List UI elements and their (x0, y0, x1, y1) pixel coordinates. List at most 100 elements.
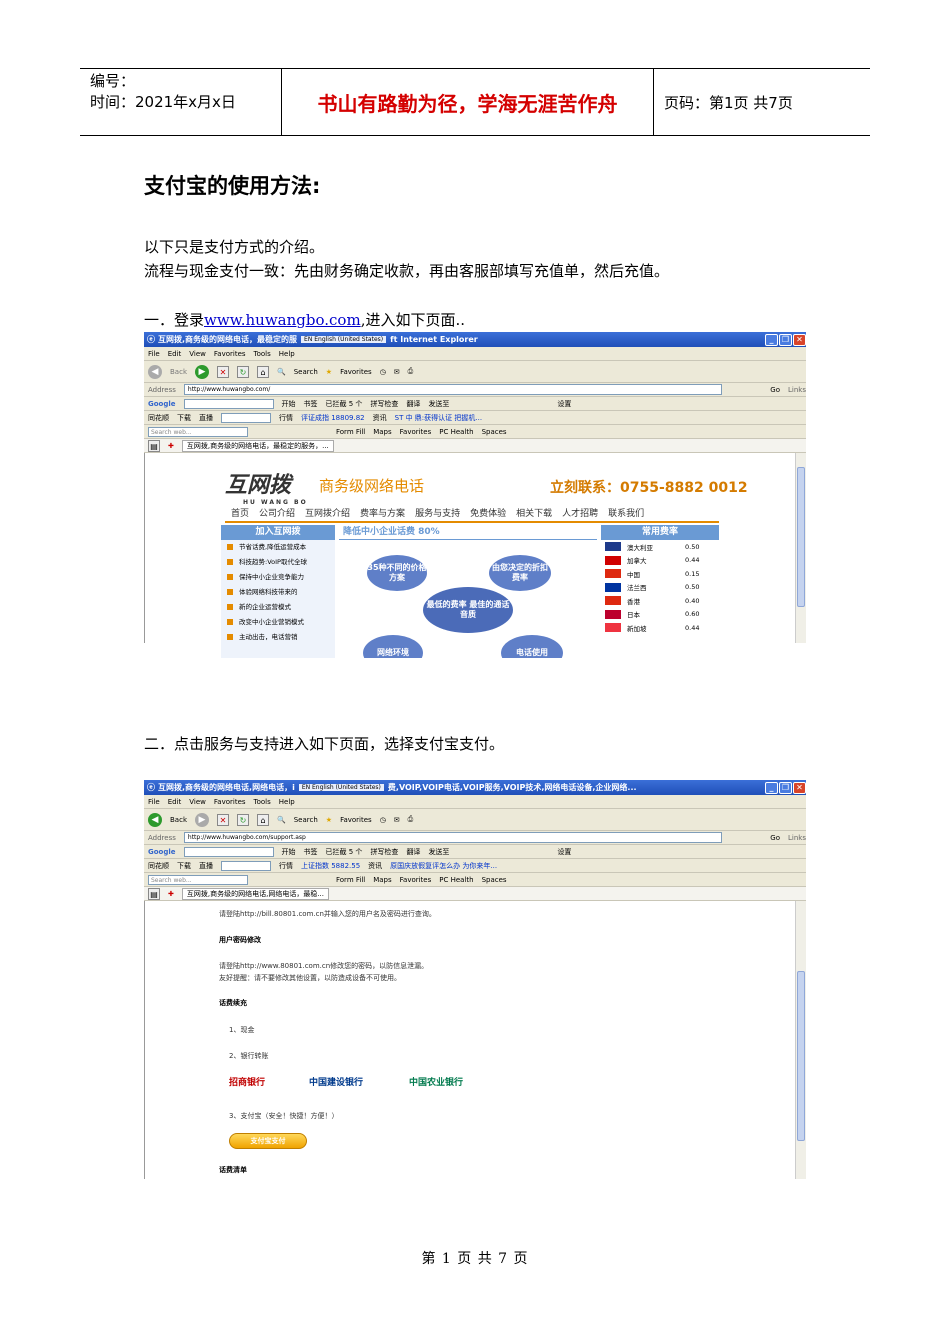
google-bookmark[interactable]: 书签 (304, 847, 318, 857)
google-settings[interactable]: 设置 (557, 847, 571, 857)
tab-list-icon[interactable]: ▤ (148, 887, 160, 900)
live-favorites-button[interactable]: Favorites (400, 876, 432, 884)
favorites-star-icon[interactable]: ★ (326, 816, 332, 824)
print-icon[interactable]: ⎙ (408, 815, 414, 824)
search-button[interactable]: Search (294, 368, 318, 376)
menu-edit[interactable]: Edit (168, 350, 182, 358)
links-button[interactable]: Links (788, 386, 806, 394)
formfill-button[interactable]: Form Fill (336, 428, 365, 436)
tab-active[interactable]: 互网拨,商务级的网络电话，最稳定的服务，... (181, 439, 334, 452)
menu-favorites[interactable]: Favorites (214, 350, 246, 358)
nav-rates[interactable]: 费率与方案 (360, 506, 405, 519)
google-translate[interactable]: 翻译 (406, 399, 420, 409)
spaces-button[interactable]: Spaces (482, 428, 507, 436)
search-icon[interactable]: 🔍 (277, 816, 286, 824)
add-tab-icon[interactable]: ✚ (168, 890, 174, 898)
join-item[interactable]: 节省话费,降低运营成本 (221, 540, 335, 555)
alipay-pay-button[interactable]: 支付宝支付 (229, 1133, 307, 1149)
ths-input[interactable] (221, 412, 271, 423)
menu-help[interactable]: Help (279, 798, 295, 806)
mail-icon[interactable]: ✉ (394, 816, 400, 824)
join-item[interactable]: 主动出击，电话营销 (221, 630, 335, 645)
home-icon[interactable]: ⌂ (257, 813, 269, 826)
mail-icon[interactable]: ✉ (394, 368, 400, 376)
quotes-button[interactable]: 行情 (279, 861, 293, 871)
history-icon[interactable]: ◷ (380, 368, 386, 376)
news-button[interactable]: 资讯 (373, 413, 387, 423)
maps-button[interactable]: Maps (373, 876, 391, 884)
stop-icon[interactable]: ✕ (217, 813, 229, 826)
forward-arrow-icon[interactable]: ▶ (195, 812, 209, 827)
nav-jobs[interactable]: 人才招聘 (562, 506, 598, 519)
google-spellcheck[interactable]: 拼写检查 (370, 847, 398, 857)
google-settings[interactable]: 设置 (557, 399, 571, 409)
join-item[interactable]: 保持中小企业竞争能力 (221, 570, 335, 585)
history-icon[interactable]: ◷ (380, 816, 386, 824)
restore-icon[interactable]: ❐ (779, 333, 792, 346)
google-popup-blocked[interactable]: 已拦截 5 个 (326, 847, 363, 857)
nav-company[interactable]: 公司介绍 (259, 506, 295, 519)
vertical-scrollbar[interactable] (795, 453, 806, 643)
stop-icon[interactable]: ✕ (217, 365, 229, 378)
forward-arrow-icon[interactable]: ▶ (195, 364, 209, 379)
nav-contact[interactable]: 联系我们 (608, 506, 644, 519)
live-button[interactable]: 直播 (199, 861, 213, 871)
nav-intro[interactable]: 互网拨介绍 (305, 506, 350, 519)
back-arrow-icon[interactable]: ◀ (148, 812, 162, 827)
live-favorites-button[interactable]: Favorites (400, 428, 432, 436)
google-search-input[interactable] (183, 398, 274, 409)
address-input[interactable]: http://www.huwangbo.com/ (183, 384, 723, 395)
live-button[interactable]: 直播 (199, 413, 213, 423)
web-search-input[interactable]: Search web... (148, 874, 248, 885)
search-icon[interactable]: 🔍 (277, 368, 286, 376)
print-icon[interactable]: ⎙ (408, 367, 414, 376)
vertical-scrollbar[interactable] (795, 901, 806, 1179)
close-icon[interactable]: ✕ (793, 781, 806, 794)
pchealth-button[interactable]: PC Health (439, 428, 473, 436)
refresh-icon[interactable]: ↻ (237, 365, 249, 378)
menu-edit[interactable]: Edit (168, 798, 182, 806)
nav-download[interactable]: 相关下载 (516, 506, 552, 519)
join-item[interactable]: 改变中小企业营销模式 (221, 615, 335, 630)
add-tab-icon[interactable]: ✚ (168, 442, 174, 450)
menu-tools[interactable]: Tools (254, 798, 271, 806)
home-icon[interactable]: ⌂ (257, 365, 269, 378)
search-button[interactable]: Search (294, 816, 318, 824)
menu-favorites[interactable]: Favorites (214, 798, 246, 806)
tab-active[interactable]: 互网拨,商务级的网络电话,网络电话，最稳... (181, 887, 329, 900)
back-arrow-icon[interactable]: ◀ (148, 364, 162, 379)
restore-icon[interactable]: ❐ (779, 781, 792, 794)
menu-view[interactable]: View (189, 798, 206, 806)
menu-tools[interactable]: Tools (254, 350, 271, 358)
site-link[interactable]: www.huwangbo.com (204, 311, 361, 329)
join-item[interactable]: 新的企业运营模式 (221, 600, 335, 615)
google-start[interactable]: 开始 (282, 847, 296, 857)
google-bookmark[interactable]: 书签 (304, 399, 318, 409)
google-spellcheck[interactable]: 拼写检查 (370, 399, 398, 409)
ths-input[interactable] (221, 860, 271, 871)
tab-list-icon[interactable]: ▤ (148, 439, 160, 452)
formfill-button[interactable]: Form Fill (336, 876, 365, 884)
maps-button[interactable]: Maps (373, 428, 391, 436)
nav-home[interactable]: 首页 (231, 506, 249, 519)
web-search-input[interactable]: Search web... (148, 426, 248, 437)
back-button[interactable]: Back (170, 368, 187, 376)
news-button[interactable]: 资讯 (368, 861, 382, 871)
join-item[interactable]: 体验网络科技带来的 (221, 585, 335, 600)
google-search-input[interactable] (183, 846, 274, 857)
download-button[interactable]: 下载 (177, 861, 191, 871)
google-translate[interactable]: 翻译 (406, 847, 420, 857)
menu-file[interactable]: File (148, 350, 160, 358)
pchealth-button[interactable]: PC Health (439, 876, 473, 884)
favorites-star-icon[interactable]: ★ (326, 368, 332, 376)
google-popup-blocked[interactable]: 已拦截 5 个 (326, 399, 363, 409)
google-send[interactable]: 发送至 (428, 847, 449, 857)
refresh-icon[interactable]: ↻ (237, 813, 249, 826)
close-icon[interactable]: ✕ (793, 333, 806, 346)
minimize-icon[interactable]: _ (765, 781, 778, 794)
go-button[interactable]: Go (770, 834, 780, 842)
download-button[interactable]: 下载 (177, 413, 191, 423)
address-input[interactable]: http://www.huwangbo.com/support.asp (183, 832, 723, 843)
nav-support[interactable]: 服务与支持 (415, 506, 460, 519)
nav-trial[interactable]: 免费体验 (470, 506, 506, 519)
